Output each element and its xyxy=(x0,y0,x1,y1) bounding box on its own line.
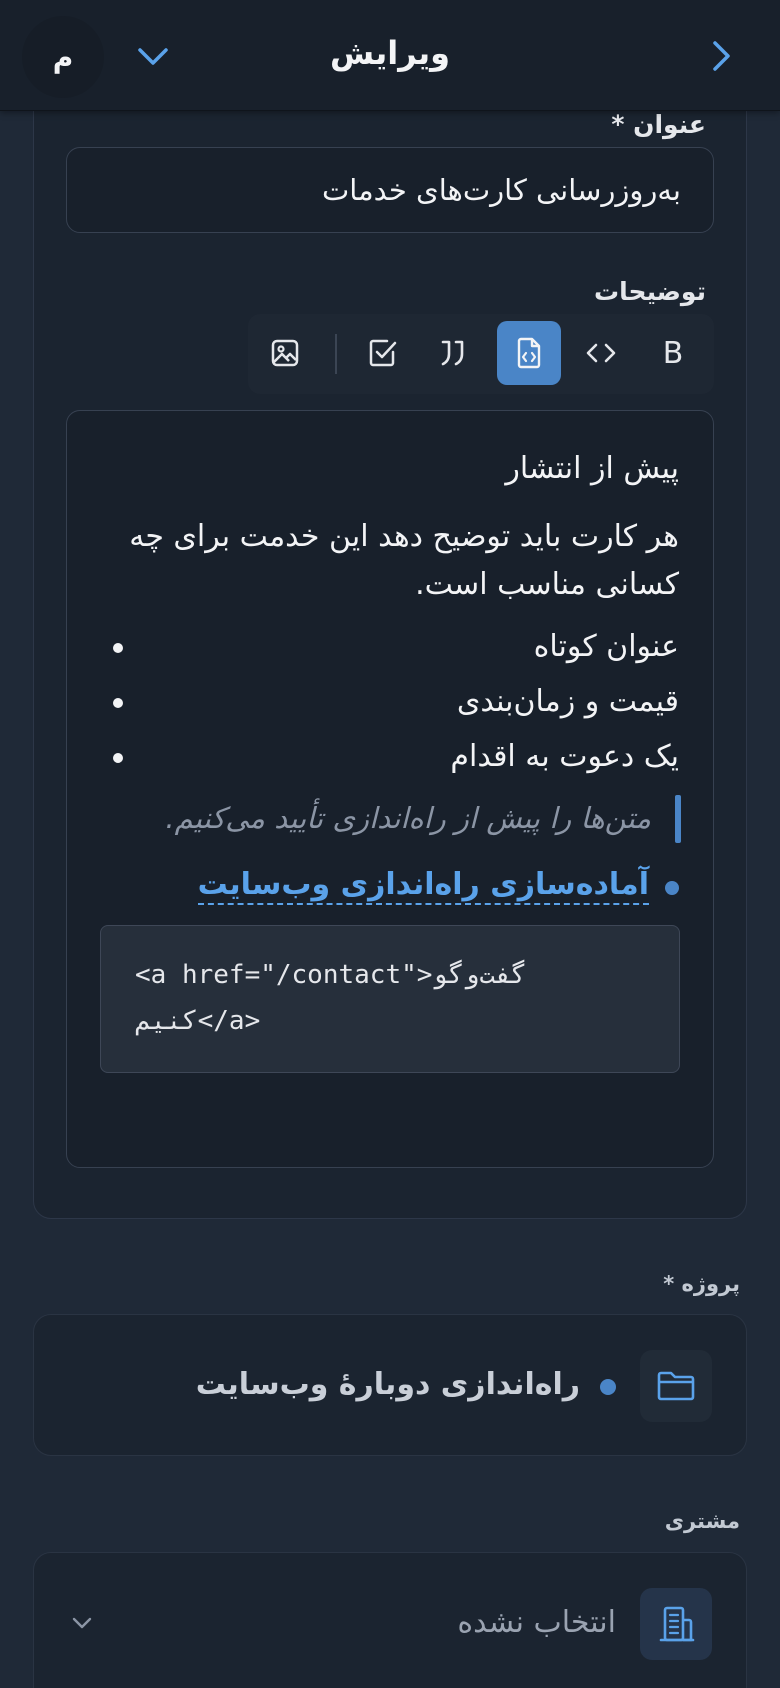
checkbox-icon xyxy=(369,339,397,367)
code-button[interactable] xyxy=(569,321,633,385)
folder-icon xyxy=(657,1371,695,1401)
project-icon-box xyxy=(640,1350,712,1422)
title-input[interactable]: به‌روزرسانی کارت‌های خدمات xyxy=(66,147,714,233)
description-label: توضیحات xyxy=(594,277,706,306)
quote-icon xyxy=(441,340,464,366)
editor-toolbar: B xyxy=(248,314,714,394)
code-icon xyxy=(586,343,616,363)
code-block-button[interactable] xyxy=(497,321,561,385)
quote-button[interactable] xyxy=(421,321,485,385)
project-name: راه‌اندازی دوبارهٔ وب‌سایت xyxy=(195,1367,580,1402)
toolbar-separator xyxy=(335,334,337,374)
client-label: مشتری xyxy=(664,1509,740,1533)
project-selector[interactable]: راه‌اندازی دوبارهٔ وب‌سایت xyxy=(33,1314,747,1456)
task-status-dot xyxy=(665,881,679,895)
code-block-icon xyxy=(517,337,541,369)
list-item: یک دعوت به اقدام xyxy=(450,739,679,774)
list-item: قیمت و زمان‌بندی xyxy=(456,684,679,719)
code-block: <a href="/contact">گفت‌وگو کنیم</a> xyxy=(100,925,680,1073)
editor-paragraph: هر کارت باید توضیح دهد این خدمت برای چه … xyxy=(129,519,679,602)
description-editor[interactable]: پیش از انتشار هر کارت باید توضیح دهد این… xyxy=(66,410,714,1168)
back-chevron-icon[interactable] xyxy=(706,38,736,74)
top-bar: م ویرایش xyxy=(0,0,780,111)
blockquote-bar xyxy=(675,795,681,843)
bold-button[interactable]: B xyxy=(641,321,705,385)
title-label: عنوان * xyxy=(611,110,706,139)
building-icon xyxy=(659,1606,695,1642)
code-line: کنیم</a> xyxy=(135,1006,261,1036)
blockquote-text: متن‌ها را پیش از راه‌اندازی تأیید می‌کنی… xyxy=(165,801,651,835)
list-bullet xyxy=(113,643,123,653)
project-label: پروژه * xyxy=(663,1272,740,1296)
image-icon xyxy=(271,339,299,367)
image-button[interactable] xyxy=(253,321,317,385)
client-icon-box xyxy=(640,1588,712,1660)
page-title: ویرایش xyxy=(329,34,451,72)
bold-icon: B xyxy=(662,335,684,371)
client-selector[interactable]: انتخاب نشده xyxy=(33,1552,747,1688)
client-placeholder: انتخاب نشده xyxy=(457,1605,616,1640)
task-button[interactable] xyxy=(351,321,415,385)
list-bullet xyxy=(113,753,123,763)
project-color-dot xyxy=(600,1379,616,1395)
task-mention-link[interactable]: آماده‌سازی راه‌اندازی وب‌سایت xyxy=(197,867,649,905)
list-bullet xyxy=(113,698,123,708)
code-line: <a href="/contact">گفت‌وگو xyxy=(135,960,527,990)
chevron-down-icon[interactable] xyxy=(70,1613,94,1633)
editor-heading: پیش از انتشار xyxy=(505,451,679,486)
list-item: عنوان کوتاه xyxy=(533,629,679,664)
title-input-value: به‌روزرسانی کارت‌های خدمات xyxy=(321,173,681,207)
